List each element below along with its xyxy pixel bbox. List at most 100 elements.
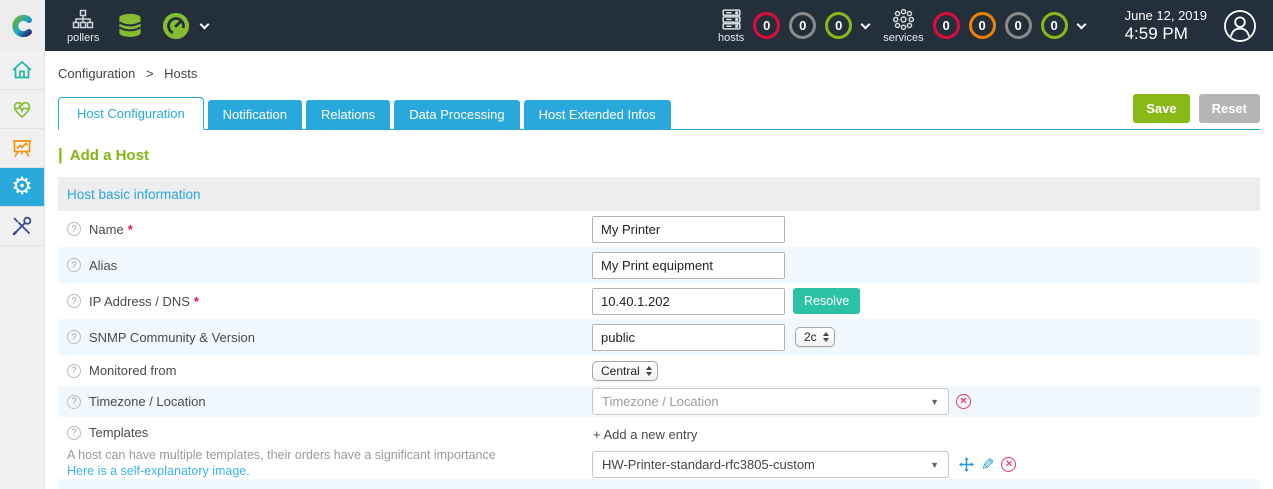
centreon-logo[interactable] [0, 0, 45, 51]
timezone-label: Timezone / Location [89, 394, 206, 409]
sidebar-item-configuration[interactable]: ⚙ [0, 168, 44, 207]
chevron-down-icon[interactable] [860, 19, 871, 29]
resolve-button[interactable]: Resolve [793, 288, 861, 314]
form-row-templates: ? Templates A host can have multiple tem… [58, 417, 1260, 479]
templates-help-link[interactable]: Here is a self-explanatory image. [67, 464, 250, 478]
gauge-button[interactable] [161, 11, 191, 41]
time-text: 4:59 PM [1124, 23, 1188, 43]
sidebar-item-home[interactable] [0, 51, 44, 90]
breadcrumb-configuration[interactable]: Configuration [58, 66, 135, 81]
help-icon[interactable]: ? [67, 294, 81, 308]
help-icon[interactable]: ? [67, 363, 81, 378]
heartbeat-icon [13, 101, 31, 119]
edit-template-icon[interactable]: ✎ [981, 455, 994, 475]
user-avatar-icon [1224, 9, 1256, 42]
tab-bar: Host Configuration Notification Relation… [58, 94, 1260, 130]
database-button[interactable] [115, 11, 145, 41]
hosts-badge-up[interactable]: 0 [825, 12, 853, 39]
help-icon[interactable]: ? [67, 222, 81, 236]
snmp-community-input[interactable] [592, 323, 785, 351]
snmp-version-select[interactable]: 2c [795, 327, 835, 347]
top-bar: pollers hosts 0 0 0 services 0 0 0 0 Jun… [0, 0, 1273, 51]
page-title: | Add a Host [58, 145, 1260, 165]
alias-label: Alias [89, 257, 118, 273]
breadcrumb-hosts[interactable]: Hosts [164, 66, 197, 81]
date-text: June 12, 2019 [1124, 7, 1207, 23]
ip-address-input[interactable] [592, 287, 785, 315]
templates-label: Templates [89, 425, 149, 440]
section-title: Host basic information [67, 186, 201, 202]
breadcrumb-separator: > [145, 66, 154, 81]
sidebar-item-reporting[interactable] [0, 129, 44, 168]
form-row-create-services: ? Create Services linked to the Template… [58, 479, 1260, 489]
gear-icon: ⚙ [11, 173, 33, 200]
required-marker: * [193, 293, 199, 309]
reset-button[interactable]: Reset [1198, 94, 1260, 123]
alias-input[interactable] [592, 251, 785, 279]
help-icon[interactable]: ? [67, 394, 81, 409]
tab-host-configuration[interactable]: Host Configuration [58, 97, 204, 130]
chevron-down-icon[interactable] [1076, 19, 1087, 29]
tab-relations[interactable]: Relations [305, 100, 391, 129]
form-row-monitored-from: ? Monitored from Central [58, 355, 1260, 386]
save-button[interactable]: Save [1133, 94, 1190, 123]
move-icon [959, 457, 974, 472]
gauge-icon [163, 12, 190, 39]
snmp-label: SNMP Community & Version [89, 329, 255, 345]
hosts-icon [721, 9, 741, 30]
form-row-alias: ? Alias [58, 247, 1260, 283]
breadcrumb: Configuration > Hosts [58, 66, 1260, 81]
pollers-button[interactable]: pollers [67, 8, 99, 44]
database-icon [119, 13, 142, 37]
template-value: HW-Printer-standard-rfc3805-custom [602, 457, 815, 472]
templates-help-text: A host can have multiple templates, thei… [67, 448, 496, 462]
dropdown-arrow-icon: ▼ [930, 459, 939, 470]
add-template-entry-link[interactable]: + Add a new entry [593, 427, 697, 442]
sidebar: ⚙ [0, 51, 45, 489]
home-icon [12, 60, 32, 79]
help-icon[interactable]: ? [67, 425, 81, 440]
services-badge-critical[interactable]: 0 [932, 12, 960, 39]
services-badge-unknown[interactable]: 0 [1004, 12, 1032, 39]
tab-notification[interactable]: Notification [207, 100, 302, 129]
services-badge-ok[interactable]: 0 [1040, 12, 1068, 39]
services-status-group: services 0 0 0 0 [883, 7, 1087, 44]
clock: June 12, 2019 4:59 PM [1125, 8, 1207, 44]
hosts-badge-unreachable[interactable]: 0 [789, 12, 817, 39]
services-icon [892, 8, 915, 31]
pollers-tree-icon [72, 9, 94, 28]
name-label: Name [89, 221, 124, 237]
pollers-label: pollers [67, 31, 100, 44]
section-host-basic-information: Host basic information [58, 177, 1260, 211]
required-marker: * [127, 221, 133, 237]
help-icon[interactable]: ? [67, 258, 81, 272]
sidebar-item-administration[interactable] [0, 207, 44, 246]
hosts-menu[interactable]: hosts [718, 7, 744, 44]
services-menu[interactable]: services [883, 7, 924, 44]
select-arrows-icon [822, 332, 829, 342]
tools-icon [12, 216, 32, 236]
move-template-handle[interactable] [958, 456, 975, 473]
delete-template-icon[interactable]: × [1001, 457, 1017, 472]
hosts-label: hosts [717, 32, 745, 44]
timezone-placeholder: Timezone / Location [602, 394, 719, 409]
template-select[interactable]: HW-Printer-standard-rfc3805-custom ▼ [592, 451, 949, 478]
user-menu[interactable] [1223, 9, 1257, 43]
select-arrows-icon [645, 365, 652, 376]
form-row-timezone: ? Timezone / Location Timezone / Locatio… [58, 386, 1260, 417]
tab-data-processing[interactable]: Data Processing [394, 100, 520, 129]
tab-host-extended-infos[interactable]: Host Extended Infos [523, 100, 671, 129]
chevron-down-icon[interactable] [199, 19, 210, 29]
dropdown-arrow-icon: ▼ [930, 396, 939, 407]
name-input[interactable] [592, 215, 785, 243]
hosts-badge-down[interactable]: 0 [753, 12, 781, 39]
help-icon[interactable]: ? [67, 330, 81, 344]
chart-board-icon [13, 140, 31, 157]
main-content: Configuration > Hosts Host Configuration… [45, 51, 1273, 489]
monitored-from-select[interactable]: Central [592, 360, 658, 381]
timezone-select[interactable]: Timezone / Location ▼ [592, 388, 949, 415]
form-row-snmp: ? SNMP Community & Version 2c [58, 319, 1260, 355]
clear-timezone-icon[interactable]: × [956, 394, 971, 409]
sidebar-item-monitoring[interactable] [0, 90, 44, 129]
services-badge-warning[interactable]: 0 [968, 12, 996, 39]
